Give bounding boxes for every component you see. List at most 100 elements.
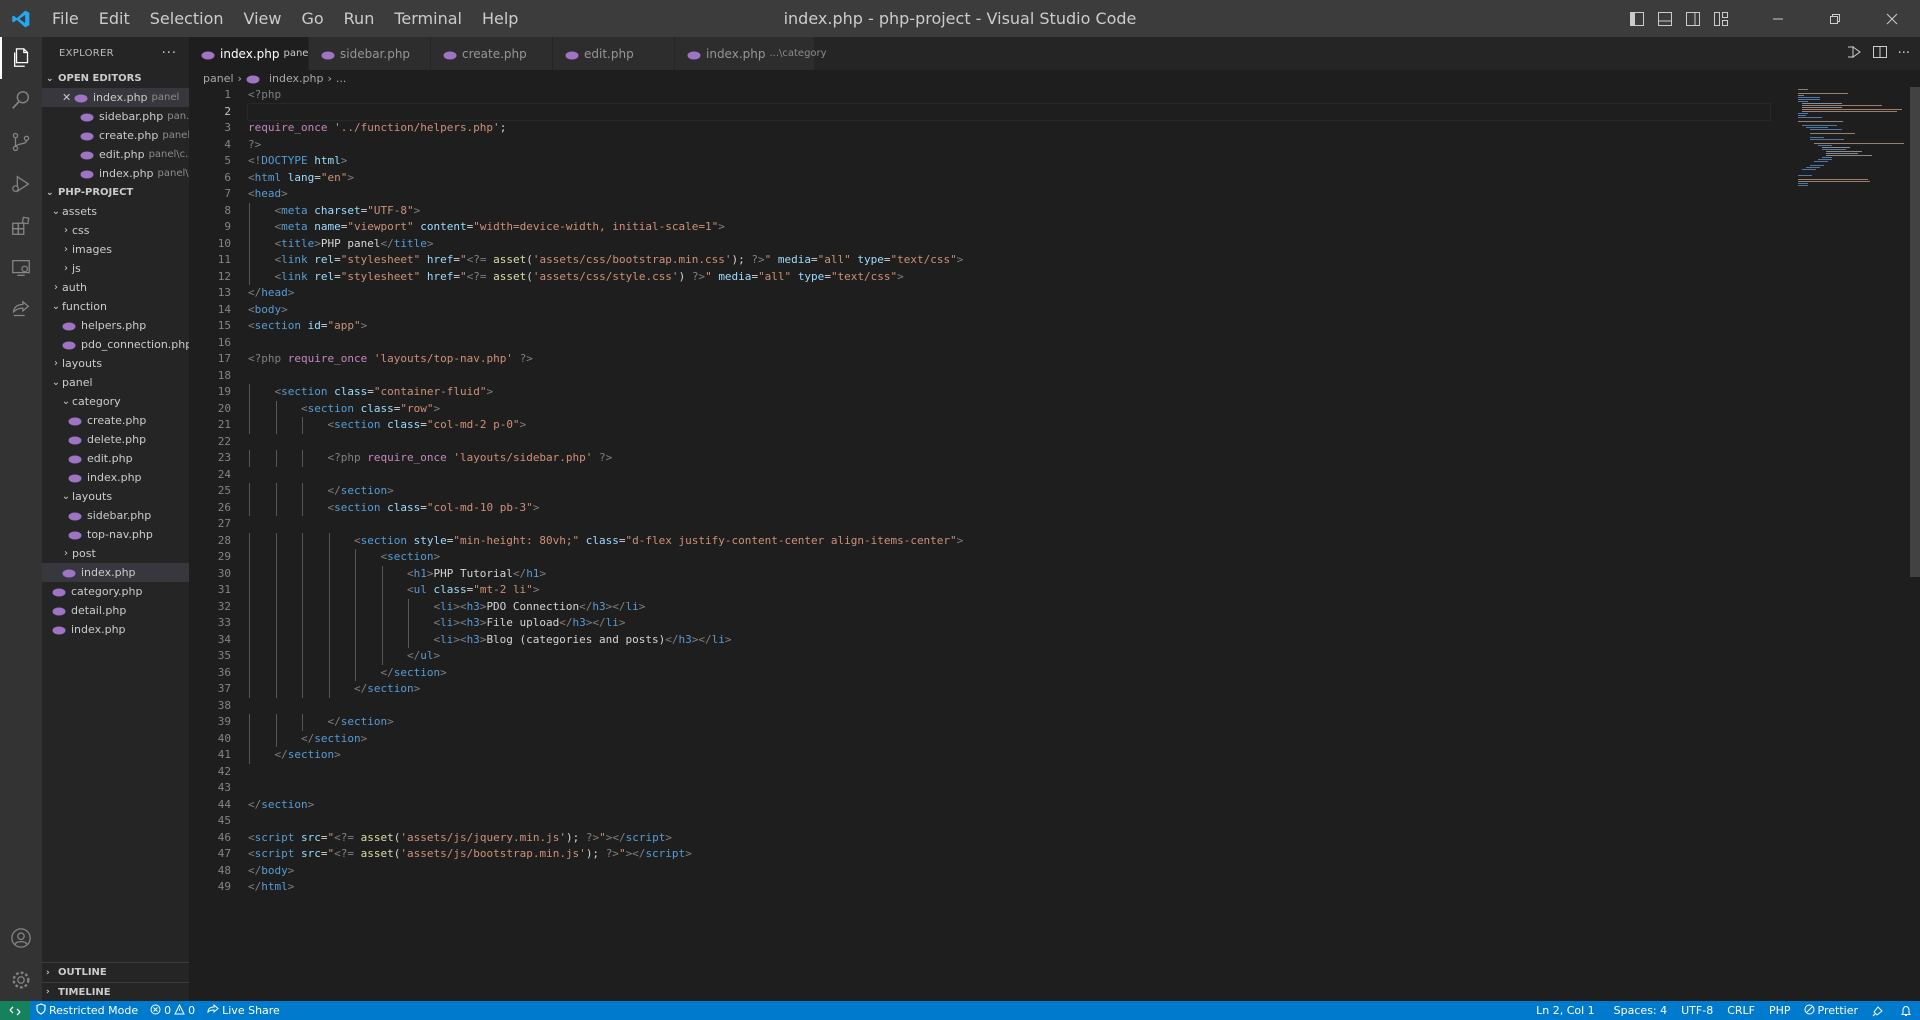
code-line[interactable]: </section>	[248, 797, 1770, 814]
code-line[interactable]: <!DOCTYPE html>	[248, 153, 1770, 170]
code-line[interactable]: <section>	[248, 549, 1770, 566]
encoding[interactable]: UTF-8	[1674, 1001, 1720, 1020]
run-file-icon[interactable]	[1846, 44, 1862, 64]
code-line[interactable]	[248, 813, 1770, 830]
file-pdo-connection[interactable]: pdo_connection.php	[42, 335, 189, 354]
code-line[interactable]: </head>	[248, 285, 1770, 302]
code-line[interactable]: <link rel="stylesheet" href="<?= asset('…	[248, 268, 1770, 285]
close-icon[interactable]: ✕	[62, 91, 74, 104]
close-window-icon[interactable]	[1863, 0, 1920, 37]
open-editor-item[interactable]: ✕ index.php panel	[42, 88, 189, 107]
code-area[interactable]: <?php require_once '../function/helpers.p…	[247, 87, 1771, 896]
timeline-section[interactable]: › TIMELINE	[42, 982, 189, 1001]
file-panel-index[interactable]: index.php	[42, 563, 189, 582]
file-category-edit[interactable]: edit.php	[42, 449, 189, 468]
outline-section[interactable]: › OUTLINE	[42, 963, 189, 982]
breadcrumb-symbol[interactable]: ...	[336, 72, 347, 85]
code-line[interactable]: <?php require_once 'layouts/sidebar.php'…	[248, 450, 1770, 467]
code-line[interactable]: </section>	[248, 664, 1770, 681]
file-root-index[interactable]: index.php	[42, 620, 189, 639]
code-line[interactable]	[248, 335, 1770, 352]
menu-go[interactable]: Go	[291, 0, 333, 37]
split-editor-icon[interactable]	[1872, 44, 1888, 64]
open-editor-item[interactable]: edit.phppanel\c...	[42, 145, 189, 164]
code-line[interactable]: </section>	[248, 714, 1770, 731]
code-line[interactable]: <section style = "min-height: 80vh;" class…	[248, 532, 1770, 549]
folder-panel-layouts[interactable]: ⌄ layouts	[42, 487, 189, 506]
code-line[interactable]: <script src="<?= asset('assets/js/jquery…	[248, 830, 1770, 847]
toggle-secondary-sidebar-icon[interactable]	[1679, 0, 1707, 37]
folder-layouts[interactable]: › layouts	[42, 354, 189, 373]
code-line[interactable]: <h1>PHP Tutorial</h1>	[248, 565, 1770, 582]
code-line[interactable]: <section class="col-md-10 pb-3">	[248, 499, 1770, 516]
folder-panel[interactable]: ⌄ panel	[42, 373, 189, 392]
menu-help[interactable]: Help	[472, 0, 528, 37]
file-category-create[interactable]: create.php	[42, 411, 189, 430]
code-line[interactable]: <script src="<?= asset('assets/js/bootst…	[248, 846, 1770, 863]
code-line[interactable]	[248, 698, 1770, 715]
menu-run[interactable]: Run	[334, 0, 385, 37]
code-line[interactable]: </section>	[248, 730, 1770, 747]
extensions-icon[interactable]	[0, 205, 42, 247]
folder-assets[interactable]: ⌄ assets	[42, 202, 189, 221]
folder-post[interactable]: › post	[42, 544, 189, 563]
file-sidebar[interactable]: sidebar.php	[42, 506, 189, 525]
code-line[interactable]	[248, 780, 1770, 797]
folder-auth[interactable]: › auth	[42, 278, 189, 297]
menu-selection[interactable]: Selection	[140, 0, 234, 37]
code-editor[interactable]: 1 2 3 4 5 6 7 8 9 10 11 12 13 14 15 16 17 18 19 20 21 22 23 24 2…	[189, 87, 1920, 1001]
code-line[interactable]: <li><h3>File upload</h3></li>	[248, 615, 1770, 632]
scrollbar-thumb[interactable]	[1910, 87, 1920, 577]
indentation[interactable]: Spaces: 4	[1607, 1001, 1674, 1020]
minimize-icon[interactable]	[1749, 0, 1806, 37]
tab-edit[interactable]: edit.php	[553, 37, 675, 70]
menu-file[interactable]: File	[42, 0, 89, 37]
folder-function[interactable]: ⌄ function	[42, 297, 189, 316]
prettier-status[interactable]: Prettier	[1798, 1001, 1864, 1020]
code-line[interactable]: </section>	[248, 483, 1770, 500]
code-line[interactable]	[248, 764, 1770, 781]
file-root-category[interactable]: category.php	[42, 582, 189, 601]
code-line[interactable]: require_once '../function/helpers.php';	[248, 120, 1770, 137]
code-line[interactable]: <meta name="viewport" content="width=dev…	[248, 219, 1770, 236]
notifications-bell-icon[interactable]	[1892, 1001, 1920, 1020]
file-category-index[interactable]: index.php	[42, 468, 189, 487]
code-line[interactable]	[248, 467, 1770, 484]
code-line[interactable]: <title>PHP panel</title>	[248, 235, 1770, 252]
code-line[interactable]	[248, 368, 1770, 385]
run-debug-icon[interactable]	[0, 163, 42, 205]
code-line[interactable]: <li><h3>Blog (categories and posts)</h3>…	[248, 631, 1770, 648]
end-of-line[interactable]: CRLF	[1720, 1001, 1762, 1020]
code-line[interactable]: </section>	[248, 681, 1770, 698]
code-line[interactable]: <section class="container-fluid">	[248, 384, 1770, 401]
file-category-delete[interactable]: delete.php	[42, 430, 189, 449]
open-editor-item[interactable]: create.phppanel...	[42, 126, 189, 145]
live-share-button[interactable]: Live Share	[201, 1001, 286, 1020]
code-line[interactable]: ?>	[248, 137, 1770, 154]
problems-indicator[interactable]: 00	[144, 1001, 201, 1020]
breadcrumb-file[interactable]: index.php	[269, 72, 324, 85]
minimap[interactable]	[1796, 87, 1906, 207]
explorer-icon[interactable]	[0, 37, 42, 79]
tab-index-panel[interactable]: index.phppanel✕	[189, 37, 330, 70]
code-line[interactable]: <section id="app">	[248, 318, 1770, 335]
code-line[interactable]	[248, 516, 1770, 533]
code-line[interactable]: </section>	[248, 747, 1770, 764]
menu-terminal[interactable]: Terminal	[384, 0, 472, 37]
code-line[interactable]: <li><h3>PDO Connection</h3></li>	[248, 598, 1770, 615]
open-editor-item[interactable]: index.phppanel\c...	[42, 164, 189, 183]
search-icon[interactable]	[0, 79, 42, 121]
code-line[interactable]	[247, 102, 1771, 121]
code-line[interactable]: </html>	[248, 879, 1770, 896]
code-line[interactable]: <link rel="stylesheet" href="<?= asset('…	[248, 252, 1770, 269]
cursor-position[interactable]: Ln 2, Col 1	[1524, 1001, 1607, 1020]
tab-create[interactable]: create.php	[431, 37, 553, 70]
language-mode[interactable]: PHP	[1762, 1001, 1798, 1020]
folder-category[interactable]: ⌄ category	[42, 392, 189, 411]
remote-indicator-icon[interactable]	[0, 1001, 30, 1020]
manage-gear-icon[interactable]	[0, 959, 42, 1001]
more-actions-icon[interactable]: ···	[162, 46, 177, 61]
code-line[interactable]	[248, 434, 1770, 451]
breadcrumb-folder[interactable]: panel	[203, 72, 234, 85]
file-top-nav[interactable]: top-nav.php	[42, 525, 189, 544]
